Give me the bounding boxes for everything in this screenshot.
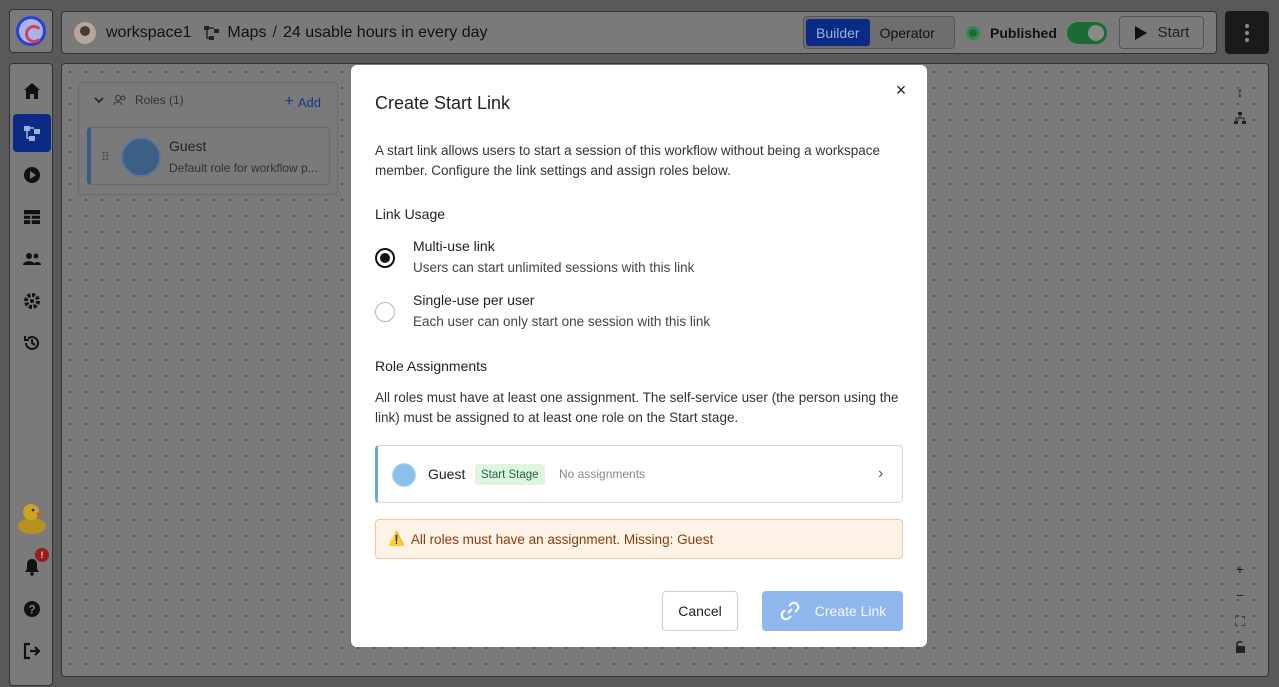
start-label: Start	[1157, 24, 1190, 41]
published-dot-icon	[966, 26, 980, 40]
role-assignments-description: All roles must have at least one assignm…	[375, 390, 899, 425]
multi-use-title[interactable]: Multi-use link	[413, 238, 495, 254]
link-usage-heading: Link Usage	[375, 206, 446, 222]
published-status: Published	[966, 22, 1107, 44]
add-label: Add	[297, 94, 321, 110]
drag-handle-icon[interactable]: ⠿	[101, 150, 110, 164]
lock-icon[interactable]	[1230, 637, 1250, 657]
logo-icon	[16, 16, 46, 46]
breadcrumb-maps[interactable]: Maps	[227, 24, 266, 42]
notification-badge: !	[35, 548, 49, 562]
cancel-button[interactable]: Cancel	[662, 591, 738, 631]
create-start-link-modal: Create Start Link × A start link allows …	[351, 65, 927, 647]
role-card-guest[interactable]: ⠿ Guest Default role for workflow p...	[87, 127, 330, 185]
play-icon	[1134, 25, 1147, 40]
table-icon[interactable]	[13, 198, 51, 236]
modal-title: Create Start Link	[375, 93, 511, 113]
vertical-expand-icon[interactable]: ↕	[1230, 82, 1250, 102]
modal-description: A start link allows users to start a ses…	[375, 143, 880, 178]
nav-rail: ! ?	[9, 63, 53, 686]
multi-use-subtitle: Users can start unlimited sessions with …	[413, 260, 695, 275]
hierarchy-icon[interactable]	[1230, 108, 1250, 128]
zoom-in-icon[interactable]: +	[1230, 559, 1250, 579]
roles-panel: Roles (1) + Add ⠿ Guest Default role for…	[78, 82, 338, 195]
link-icon	[780, 601, 800, 621]
close-icon[interactable]: ×	[892, 80, 910, 100]
workspace-name[interactable]: workspace1	[106, 24, 191, 42]
assignment-role-name: Guest	[428, 466, 466, 482]
more-menu-button[interactable]	[1225, 11, 1269, 54]
users-icon	[113, 95, 126, 106]
fit-view-icon[interactable]: ⛶	[1230, 611, 1250, 631]
role-avatar-icon	[392, 463, 416, 487]
breadcrumb-separator: /	[272, 23, 277, 41]
builder-tab[interactable]: Builder	[806, 19, 870, 46]
warning-banner: ⚠️ All roles must have an assignment. Mi…	[375, 519, 903, 559]
app-logo[interactable]	[9, 9, 53, 53]
roles-count: Roles (1)	[135, 93, 184, 107]
warning-text: All roles must have an assignment. Missi…	[410, 531, 714, 547]
svg-text:?: ?	[28, 603, 35, 617]
operator-tab[interactable]: Operator	[870, 19, 945, 46]
history-icon[interactable]	[13, 324, 51, 362]
start-stage-badge: Start Stage	[475, 464, 545, 485]
left-nav: ! ?	[9, 9, 53, 686]
notifications-bell-icon[interactable]: !	[13, 548, 51, 586]
breadcrumb-workflow[interactable]: 24 usable hours in every day	[283, 24, 488, 42]
role-assignments-heading: Role Assignments	[375, 358, 488, 374]
mode-switch: Builder Operator	[803, 16, 955, 49]
users-icon[interactable]	[13, 240, 51, 278]
add-role-button[interactable]: + Add	[285, 93, 321, 111]
role-name: Guest	[169, 138, 207, 154]
help-icon[interactable]: ?	[13, 590, 51, 628]
single-use-title[interactable]: Single-use per user	[413, 292, 534, 308]
plus-icon: +	[284, 93, 294, 110]
duck-avatar[interactable]	[14, 500, 50, 536]
single-use-subtitle: Each user can only start one session wit…	[413, 314, 711, 329]
warning-icon: ⚠️	[388, 531, 405, 546]
single-use-radio[interactable]	[375, 302, 395, 322]
role-description: Default role for workflow p...	[169, 161, 318, 175]
published-label: Published	[990, 25, 1057, 41]
top-bar: workspace1 Maps / 24 usable hours in eve…	[61, 11, 1217, 54]
gear-icon[interactable]	[13, 282, 51, 320]
assignment-status: No assignments	[559, 467, 646, 481]
home-icon[interactable]	[13, 72, 51, 110]
zoom-out-icon[interactable]: −	[1230, 585, 1250, 605]
workflow-icon[interactable]	[13, 114, 51, 152]
play-icon[interactable]	[13, 156, 51, 194]
create-link-button[interactable]: Create Link	[762, 591, 903, 631]
chevron-right-icon[interactable]: ›	[878, 465, 883, 483]
create-link-label: Create Link	[814, 603, 887, 619]
multi-use-radio[interactable]	[375, 248, 395, 268]
maps-icon	[204, 25, 220, 40]
workspace-avatar[interactable]	[74, 21, 96, 44]
chevron-down-icon	[94, 97, 104, 104]
roles-header[interactable]: Roles (1)	[93, 93, 184, 107]
start-button[interactable]: Start	[1119, 16, 1204, 49]
role-assignment-row[interactable]: Guest Start Stage No assignments ›	[375, 445, 903, 503]
logout-icon[interactable]	[13, 632, 51, 670]
role-avatar-icon	[121, 137, 161, 177]
published-toggle[interactable]	[1066, 22, 1107, 44]
